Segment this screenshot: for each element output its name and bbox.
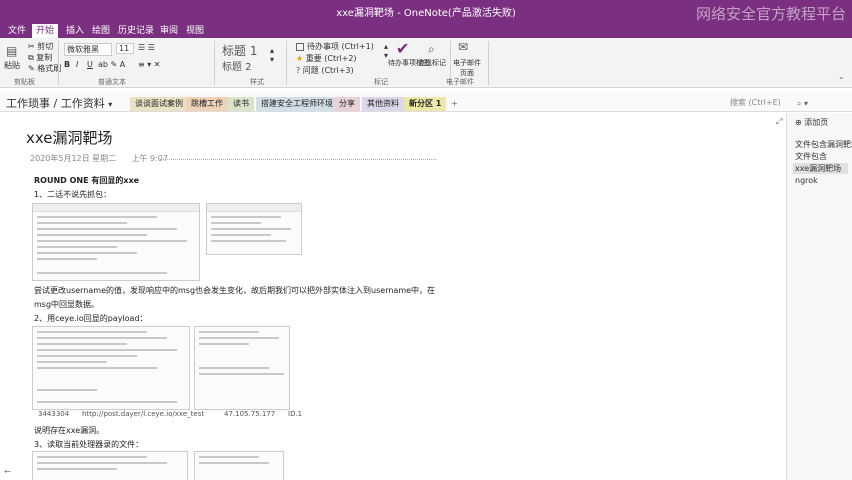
- log-url: http://post.dayer/l.ceye.io/xxe_test: [82, 410, 205, 418]
- paste-button[interactable]: 粘贴: [4, 60, 20, 71]
- page-canvas[interactable]: xxe漏洞靶场 2020年5月12日 星期二 上午 9:07 ⤢ ROUND O…: [0, 113, 785, 480]
- notebook-selector[interactable]: 工作琐事 / 工作资料 ▾: [6, 95, 112, 111]
- tab-draw[interactable]: 绘图: [88, 24, 114, 38]
- paragraph-line: msg中回显数据。: [34, 300, 100, 309]
- tab-review[interactable]: 审阅: [156, 24, 182, 38]
- ribbon-tabs: 文件 开始 插入 绘图 历史记录 审阅 视图: [0, 22, 852, 38]
- page-list-pane: ⊕ 添加页 文件包含漏洞靶场 文件包含 xxe漏洞靶场 ngrok: [786, 113, 852, 480]
- tab-home[interactable]: 开始: [32, 24, 59, 38]
- ribbon: ▤ 粘贴 ✂ 剪切 ⧉ 复制 ✎ 格式刷 剪贴板 微软雅黑 11 ☰ ☰ B I…: [0, 38, 852, 88]
- screenshot-image: [32, 203, 200, 281]
- page-list-item[interactable]: 文件包含: [795, 151, 827, 162]
- search-input[interactable]: 搜索 (Ctrl+E): [730, 97, 790, 108]
- search-icon[interactable]: ⌕ ▾: [792, 97, 813, 111]
- page-list-item[interactable]: ngrok: [795, 176, 818, 185]
- page-list-item-active[interactable]: xxe漏洞靶场: [793, 163, 848, 174]
- star-icon: ★: [296, 54, 306, 63]
- style-heading1[interactable]: 标题 1: [222, 42, 257, 59]
- section-tab[interactable]: 跳槽工作: [186, 97, 228, 111]
- styles-scroll-icon[interactable]: ▴ ▾: [270, 46, 274, 64]
- collapse-ribbon-icon[interactable]: ⌃: [838, 76, 845, 85]
- divider: [286, 41, 287, 85]
- add-page-button[interactable]: ⊕ 添加页: [795, 117, 828, 128]
- log-code: ID.1: [288, 410, 303, 418]
- find-tags-icon[interactable]: ⌕: [428, 42, 435, 57]
- screenshot-toolbar: [207, 204, 301, 212]
- group-tags-label: 标记: [374, 78, 388, 86]
- email-icon[interactable]: ✉: [458, 40, 468, 54]
- log-id: 3443304: [38, 410, 70, 418]
- plus-icon: ⊕: [795, 118, 805, 127]
- checkbox-icon: [296, 42, 304, 51]
- divider: [160, 159, 436, 160]
- tab-history[interactable]: 历史记录: [114, 24, 158, 38]
- section-tab[interactable]: 搭建安全工程师环境: [256, 97, 338, 111]
- find-tags-button[interactable]: 查找标记: [418, 58, 446, 68]
- step-2: 2、用ceye.io回显的payload：: [34, 314, 148, 323]
- section-tab[interactable]: 其他资料: [362, 97, 404, 111]
- italic-button[interactable]: I: [76, 60, 78, 69]
- title-bar: xxe漏洞靶场 - OneNote(产品激活失败) 网络安全官方教程平台: [0, 0, 852, 23]
- screenshot-toolbar: [33, 204, 199, 212]
- log-ip: 47.105.75.177: [224, 410, 276, 418]
- scissors-icon: ✂: [28, 42, 38, 51]
- cut-button[interactable]: ✂ 剪切: [28, 41, 53, 52]
- bold-button[interactable]: B: [64, 60, 70, 69]
- divider: [214, 41, 215, 85]
- watermark: 网络安全官方教程平台: [695, 5, 846, 23]
- email-page-button[interactable]: 电子邮件页面: [452, 58, 482, 78]
- style-heading2[interactable]: 标题 2: [222, 58, 252, 73]
- tab-file[interactable]: 文件: [4, 24, 30, 38]
- screenshot-image: [32, 451, 188, 480]
- underline-button[interactable]: U: [87, 60, 93, 69]
- divider: [58, 41, 59, 85]
- copy-button[interactable]: ⧉ 复制: [28, 52, 52, 63]
- section-tab-active[interactable]: 新分区 1: [404, 97, 447, 111]
- format-painter-button[interactable]: ✎ 格式刷: [28, 63, 61, 74]
- group-styles-label: 样式: [250, 78, 264, 86]
- divider: [488, 41, 489, 85]
- chevron-down-icon: ▾: [108, 100, 113, 109]
- paragraph-line: 尝试更改username的值，发现响应中的msg也会发生变化，故后期我们可以把外…: [34, 286, 436, 295]
- paste-icon[interactable]: ▤: [6, 44, 17, 58]
- section-tab[interactable]: 谈谈面试案例: [130, 97, 188, 111]
- page-title[interactable]: xxe漏洞靶场: [26, 127, 113, 148]
- group-basic-text-label: 普通文本: [98, 78, 126, 86]
- highlight-icon[interactable]: ab ✎ A: [98, 60, 125, 69]
- expand-icon[interactable]: ⤢: [776, 117, 782, 127]
- font-name-select[interactable]: 微软雅黑: [64, 43, 112, 56]
- notebook-bar: 工作琐事 / 工作资料 ▾ 谈谈面试案例 跳槽工作 读书 搭建安全工程师环境 分…: [0, 92, 852, 112]
- screenshot-image: [194, 326, 290, 410]
- screenshot-image: [206, 203, 302, 255]
- screenshot-image: [194, 451, 284, 480]
- brush-icon: ✎: [28, 64, 38, 73]
- page-date: 2020年5月12日 星期二 上午 9:07: [30, 154, 168, 163]
- list-icon[interactable]: ☰ ☰: [138, 43, 155, 52]
- round-heading: ROUND ONE 有回显的xxe: [34, 176, 140, 185]
- page-list-item[interactable]: 文件包含漏洞靶场: [795, 139, 852, 150]
- tag-important[interactable]: ★ 重要 (Ctrl+2): [296, 53, 357, 64]
- step-3: 3、读取当前处理器录的文件：: [34, 440, 144, 449]
- conclusion-text: 说明存在xxe漏洞。: [34, 426, 105, 435]
- group-email-label: 电子邮件: [446, 78, 474, 86]
- back-arrow-icon[interactable]: ←: [4, 467, 11, 476]
- tag-todo[interactable]: 待办事项 (Ctrl+1): [296, 41, 374, 52]
- section-tab[interactable]: 读书: [228, 97, 254, 111]
- group-clipboard-label: 剪贴板: [14, 78, 35, 86]
- step-1: 1、二话不说先抓包：: [34, 190, 112, 199]
- add-section-icon[interactable]: +: [446, 97, 463, 111]
- tag-question[interactable]: ? 问题 (Ctrl+3): [296, 65, 354, 76]
- tab-insert[interactable]: 插入: [62, 24, 88, 38]
- screenshot-image: [32, 326, 190, 410]
- tab-view[interactable]: 视图: [182, 24, 208, 38]
- font-size-select[interactable]: 11: [116, 43, 134, 54]
- section-tab[interactable]: 分享: [334, 97, 360, 111]
- align-icon[interactable]: ≡ ▾ ✕: [138, 60, 161, 69]
- checkmark-icon[interactable]: ✔: [396, 39, 409, 58]
- question-icon: ?: [296, 66, 303, 75]
